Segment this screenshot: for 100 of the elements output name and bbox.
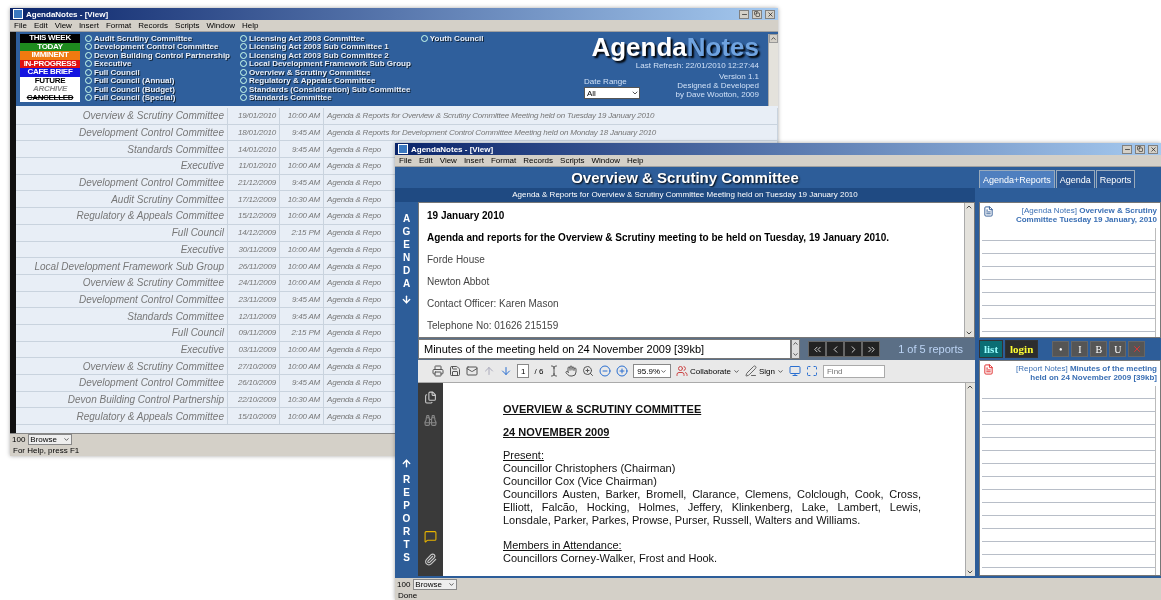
time-cell: 10:00 AM (280, 241, 324, 258)
date-range-select[interactable]: All (584, 87, 640, 99)
menu-item[interactable]: Help (626, 156, 644, 165)
print-button[interactable] (432, 365, 444, 377)
login-button[interactable]: login (1005, 340, 1039, 358)
menu-item[interactable]: Records (138, 21, 169, 30)
display-button[interactable] (789, 365, 801, 377)
next-page-button[interactable] (500, 365, 512, 377)
status-legend-label: CANCELLED (20, 93, 80, 102)
menu-item[interactable]: File (399, 156, 412, 165)
committee-radio[interactable]: Youth Council (420, 34, 484, 43)
menu-item[interactable]: Format (490, 156, 517, 165)
pages-icon (424, 391, 437, 404)
committee-radio[interactable]: Standards Committee (240, 93, 411, 102)
minimize-button[interactable] (739, 9, 749, 19)
first-button[interactable] (808, 341, 826, 357)
committee-radio[interactable]: Development Control Committee (85, 42, 230, 51)
next-button[interactable] (844, 341, 862, 357)
committee-radio[interactable]: Standards (Consideration) Sub Committee (240, 85, 411, 94)
committee-cell: Development Control Committee (16, 291, 228, 308)
zoom-level: 100 (12, 435, 26, 444)
restore-button[interactable] (752, 9, 762, 19)
status-legend-label: IN-PROGRESS (20, 59, 80, 68)
view-tab[interactable]: Agenda+Reports (979, 170, 1055, 188)
page-number-field[interactable]: 1 (517, 364, 530, 378)
committee-radio[interactable]: Overview & Scrutiny Committee (240, 68, 411, 77)
menu-item[interactable]: Records (523, 156, 554, 165)
date-cell: 12/11/2009 (228, 308, 280, 324)
credits-text: Designed & Developed (677, 81, 759, 90)
last-button[interactable] (862, 341, 880, 357)
menu-item[interactable]: Help (241, 21, 259, 30)
committee-radio[interactable]: Local Development Framework Sub Group (240, 59, 411, 68)
format-button[interactable]: • (1052, 341, 1070, 357)
sign-button[interactable]: Sign (744, 365, 784, 377)
save-button[interactable] (449, 365, 461, 377)
committee-radio[interactable]: Licensing Act 2003 Committee (240, 34, 411, 43)
menu-item[interactable]: File (14, 21, 27, 30)
collaborate-button[interactable]: Collaborate (676, 365, 740, 377)
scroll-up-button[interactable] (769, 34, 778, 43)
committee-radio[interactable]: Full Council (Budget) (85, 85, 230, 94)
committee-cell: Regulatory & Appeals Committee (16, 208, 228, 224)
pdf-icon (983, 364, 994, 375)
spin-control[interactable] (791, 339, 800, 359)
committee-radio[interactable]: Full Council (Special) (85, 93, 230, 102)
committee-cell: Executive (16, 158, 228, 174)
menu-item[interactable]: Edit (33, 21, 48, 30)
committee-radio[interactable]: Full Council (Annual) (85, 76, 230, 85)
restore-button[interactable] (1135, 144, 1145, 154)
view-tab[interactable]: Reports (1095, 170, 1136, 188)
scroll-up-icon (966, 383, 974, 391)
menu-item[interactable]: Scripts (175, 21, 200, 30)
dropdown-icon (448, 580, 456, 588)
description-cell: Agenda & Reports for Development Control Committee Meeting held on Monday 18 January 2010 (324, 124, 778, 141)
hand-tool-button[interactable] (565, 365, 578, 377)
menu-item[interactable]: Window (591, 156, 620, 165)
scrollbar[interactable] (964, 203, 974, 337)
menu-item[interactable]: View (439, 156, 457, 165)
committee-radio[interactable]: Licensing Act 2003 Sub Committee 2 (240, 51, 411, 60)
close-button[interactable] (1148, 144, 1158, 154)
mode-select[interactable]: Browse (28, 434, 73, 445)
time-cell: 10:00 AM (280, 208, 324, 224)
close-button[interactable] (765, 9, 775, 19)
committee-radio[interactable]: Regulatory & Appeals Committee (240, 76, 411, 85)
previous-button[interactable] (826, 341, 844, 357)
report-note-title: [Report Notes] Minutes of the meeting held on 24 November 2009 [39kb] (1015, 364, 1157, 382)
zoom-in-button[interactable] (616, 365, 629, 377)
zoom-field[interactable]: 95.9% (633, 364, 672, 378)
fit-page-button[interactable] (806, 365, 818, 377)
mode-select[interactable]: Browse (413, 578, 458, 590)
minimize-button[interactable] (1122, 144, 1132, 154)
time-cell: 10:30 AM (280, 391, 324, 408)
committee-radio[interactable]: Devon Building Control Partnership (85, 51, 230, 60)
format-button[interactable]: I (1071, 341, 1089, 357)
menu-item[interactable]: Window (206, 21, 235, 30)
view-tab[interactable]: Agenda (1055, 170, 1095, 188)
menu-item[interactable]: Scripts (560, 156, 585, 165)
section-heading: Present: (503, 449, 544, 462)
date-cell: 17/12/2009 (228, 191, 280, 208)
status-legend-label: TODAY (20, 42, 80, 51)
agenda-note-title: [Agenda Notes] Overview & Scrutiny Committee Tuesday 19 January, 2010 (1014, 206, 1157, 224)
format-button[interactable]: U (1109, 341, 1127, 357)
date-cell: 26/10/2009 (228, 375, 280, 391)
menu-item[interactable]: Insert (463, 156, 484, 165)
zoom-tool-button[interactable] (582, 365, 595, 377)
menu-item[interactable]: View (54, 21, 72, 30)
committee-radio[interactable]: Full Council (85, 68, 230, 77)
menu-item[interactable]: Insert (78, 21, 99, 30)
menu-item[interactable]: Format (105, 21, 132, 30)
list-button[interactable]: list (979, 340, 1004, 358)
committee-radio[interactable]: Licensing Act 2003 Sub Committee 1 (240, 42, 411, 51)
date-cell: 11/01/2010 (228, 158, 280, 174)
menu-item[interactable]: Edit (418, 156, 433, 165)
find-field[interactable]: Find (823, 364, 885, 378)
scrollbar[interactable] (965, 383, 975, 576)
email-button[interactable] (466, 365, 478, 377)
zoom-out-button[interactable] (599, 365, 612, 377)
report-file-field[interactable]: Minutes of the meeting held on 24 November 2009 [39kb] (418, 339, 791, 359)
committee-radio[interactable]: Audit Scrutiny Committee (85, 34, 230, 43)
committee-radio[interactable]: Executive (85, 59, 230, 68)
format-button[interactable]: B (1090, 341, 1108, 357)
